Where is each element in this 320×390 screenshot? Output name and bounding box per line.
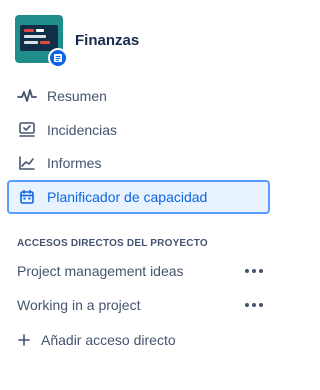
add-shortcut-label: Añadir acceso directo: [41, 332, 176, 348]
nav-item-label: Planificador de capacidad: [47, 189, 208, 205]
nav-item-label: Incidencias: [47, 122, 118, 138]
nav-item-resumen[interactable]: Resumen: [7, 79, 270, 113]
calendar-icon: [17, 187, 37, 207]
shortcut-item[interactable]: Working in a project: [17, 293, 270, 317]
issues-icon: [17, 120, 37, 140]
shortcuts-section-title: ACCESOS DIRECTOS DEL PROYECTO: [17, 238, 208, 249]
document-icon: [48, 48, 68, 68]
chart-icon: [17, 153, 37, 173]
add-shortcut-button[interactable]: Añadir acceso directo: [17, 328, 176, 352]
shortcut-item[interactable]: Project management ideas: [17, 259, 270, 283]
finance-screen-icon: [20, 25, 58, 51]
plus-icon: [17, 334, 31, 346]
nav-item-planificador-de-capacidad[interactable]: Planificador de capacidad: [7, 180, 270, 214]
nav-item-incidencias[interactable]: Incidencias: [7, 113, 270, 147]
more-options-icon[interactable]: [245, 269, 263, 273]
nav-item-label: Resumen: [47, 88, 107, 104]
nav-item-label: Informes: [47, 155, 102, 171]
project-header: Finanzas: [15, 15, 270, 68]
pulse-icon: [17, 86, 37, 106]
more-options-icon[interactable]: [245, 303, 263, 307]
project-name[interactable]: Finanzas: [75, 32, 139, 49]
nav-item-informes[interactable]: Informes: [7, 146, 270, 180]
shortcut-label[interactable]: Project management ideas: [17, 263, 184, 279]
shortcut-label[interactable]: Working in a project: [17, 297, 140, 313]
